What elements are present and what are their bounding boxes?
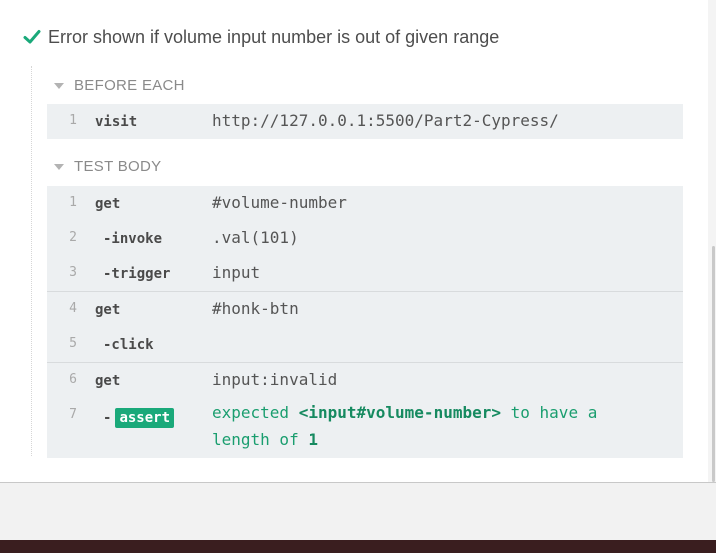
caret-down-icon: [54, 82, 64, 89]
child-dash: -: [103, 410, 112, 426]
command-message: #volume-number: [212, 193, 347, 212]
panel-footer: [0, 482, 716, 541]
command-row[interactable]: 1 get #volume-number: [47, 186, 683, 221]
tree-guide-line: [31, 66, 32, 456]
command-row[interactable]: 6 get input:invalid: [47, 363, 683, 398]
command-row[interactable]: 4 get #honk-btn: [47, 292, 683, 327]
command-number: 5: [69, 336, 77, 351]
assert-msg-expected: expected: [212, 403, 290, 422]
command-number: 4: [69, 301, 77, 316]
command-row[interactable]: 1 visit http://127.0.0.1:5500/Part2-Cypr…: [47, 104, 683, 139]
command-message: http://127.0.0.1:5500/Part2-Cypress/: [212, 111, 559, 130]
command-name: get: [95, 373, 121, 389]
command-number: 1: [69, 195, 77, 210]
command-group: 1 get #volume-number 2 -invoke .val(101)…: [47, 186, 683, 458]
hook-label: BEFORE EACH: [74, 76, 185, 94]
test-header[interactable]: Error shown if volume input number is ou…: [22, 24, 499, 50]
test-card: Error shown if volume input number is ou…: [0, 0, 708, 480]
assert-msg-length-of: length of: [212, 430, 299, 449]
hook-label: TEST BODY: [74, 157, 162, 175]
assert-row[interactable]: 7 - assert expected <input#volume-number>…: [47, 398, 683, 458]
caret-down-icon: [54, 163, 64, 170]
command-name: get: [95, 302, 121, 318]
scrollbar-thumb[interactable]: [712, 246, 715, 482]
command-message: #honk-btn: [212, 299, 299, 318]
command-name: -invoke: [103, 231, 163, 247]
test-title: Error shown if volume input number is ou…: [48, 26, 500, 47]
window-bottom-edge: [0, 540, 716, 553]
hook-header-test-body[interactable]: TEST BODY: [54, 156, 161, 176]
command-number: 7: [69, 407, 77, 422]
command-message: input: [212, 263, 261, 282]
command-number: 3: [69, 265, 77, 280]
assert-badge: assert: [115, 408, 175, 428]
assert-msg-to-have: to have a: [510, 403, 598, 422]
command-group: 1 visit http://127.0.0.1:5500/Part2-Cypr…: [47, 104, 683, 139]
command-name: - assert: [103, 408, 175, 428]
command-name: -trigger: [103, 266, 171, 282]
check-icon: [23, 30, 41, 44]
command-number: 1: [69, 113, 77, 128]
command-row[interactable]: 2 -invoke .val(101): [47, 221, 683, 256]
assert-message: expected <input#volume-number> to have a…: [212, 399, 597, 453]
command-name: get: [95, 196, 121, 212]
hook-header-before-each[interactable]: BEFORE EACH: [54, 75, 185, 95]
command-number: 2: [69, 230, 77, 245]
command-name: -click: [103, 337, 154, 353]
command-row[interactable]: 3 -trigger input: [47, 256, 683, 291]
command-message: input:invalid: [212, 370, 338, 389]
assert-msg-value: 1: [308, 430, 318, 449]
assert-msg-subject: <input#volume-number>: [298, 403, 501, 422]
command-name: visit: [95, 114, 138, 130]
command-number: 6: [69, 372, 77, 387]
command-row[interactable]: 5 -click: [47, 327, 683, 362]
command-message: .val(101): [212, 228, 299, 247]
